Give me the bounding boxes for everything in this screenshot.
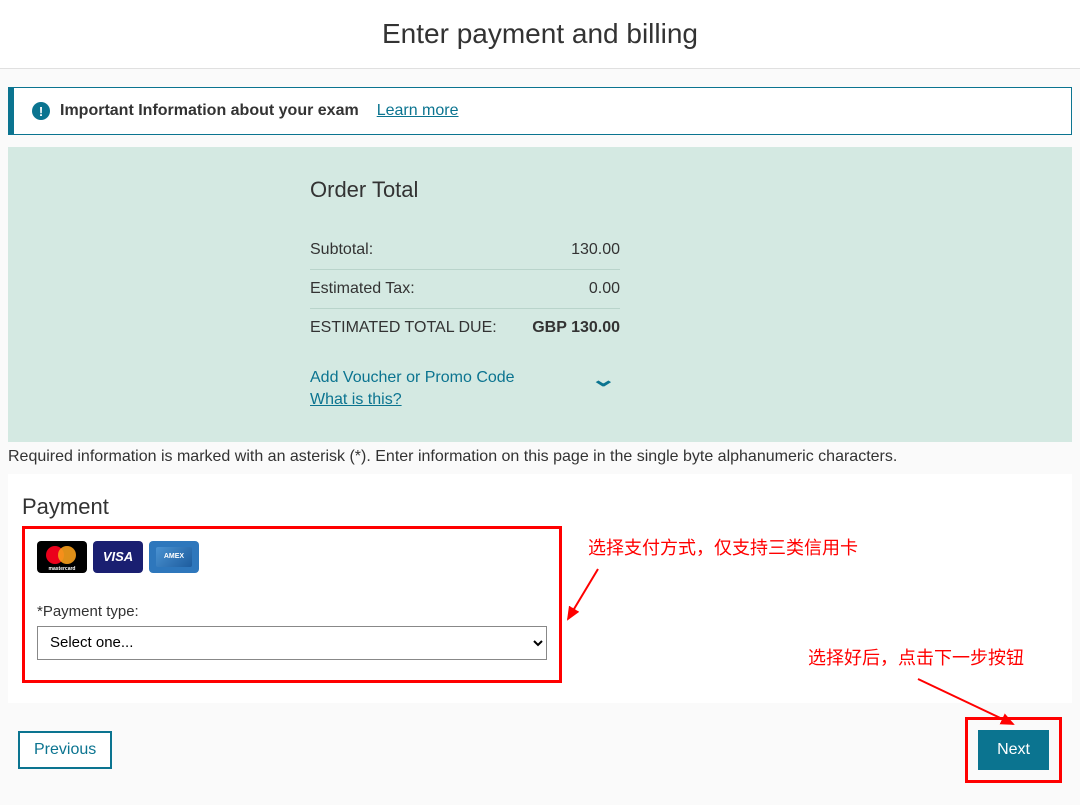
promo-row: Add Voucher or Promo Code What is this? … (310, 367, 770, 412)
alert-text: Important Information about your exam (60, 102, 359, 120)
visa-icon: VISA (93, 541, 143, 573)
previous-button[interactable]: Previous (18, 731, 112, 769)
payment-type-select[interactable]: Select one... (37, 626, 547, 660)
annotation-arrow-2-icon (908, 674, 1028, 734)
order-total-box: Order Total Subtotal: 130.00 Estimated T… (8, 147, 1072, 442)
subtotal-value: 130.00 (530, 241, 620, 259)
required-note: Required information is marked with an a… (8, 448, 1072, 466)
order-total-row: ESTIMATED TOTAL DUE: GBP 130.00 (310, 309, 770, 347)
chevron-down-icon[interactable]: ⌄ (590, 367, 617, 392)
page-header: Enter payment and billing (0, 0, 1080, 69)
amex-icon: AMEX (149, 541, 199, 573)
next-button[interactable]: Next (978, 730, 1049, 770)
order-subtotal-row: Subtotal: 130.00 (310, 231, 770, 269)
payment-panel: Payment mastercard VISA AMEX *Payment ty… (8, 474, 1072, 703)
payment-type-label: *Payment type: (37, 603, 547, 620)
tax-value: 0.00 (530, 280, 620, 298)
learn-more-link[interactable]: Learn more (377, 102, 459, 120)
info-alert: ! Important Information about your exam … (8, 87, 1072, 135)
mastercard-icon: mastercard (37, 541, 87, 573)
annotation-arrow-1-icon (563, 564, 603, 634)
what-is-this-link[interactable]: What is this? (310, 389, 402, 411)
page-title: Enter payment and billing (0, 18, 1080, 50)
add-voucher-link[interactable]: Add Voucher or Promo Code (310, 369, 515, 386)
card-logos: mastercard VISA AMEX (37, 541, 547, 573)
payment-section-title: Payment (22, 494, 1058, 520)
annotation-highlight-payment: mastercard VISA AMEX *Payment type: Sele… (22, 526, 562, 683)
annotation-text-2: 选择好后，点击下一步按钮 (808, 644, 1024, 670)
info-icon: ! (32, 102, 50, 120)
subtotal-label: Subtotal: (310, 241, 530, 259)
order-title: Order Total (310, 177, 770, 203)
annotation-text-1: 选择支付方式，仅支持三类信用卡 (588, 534, 858, 560)
total-label: ESTIMATED TOTAL DUE: (310, 319, 530, 337)
tax-label: Estimated Tax: (310, 280, 530, 298)
total-value: GBP 130.00 (530, 319, 620, 337)
order-tax-row: Estimated Tax: 0.00 (310, 270, 770, 308)
